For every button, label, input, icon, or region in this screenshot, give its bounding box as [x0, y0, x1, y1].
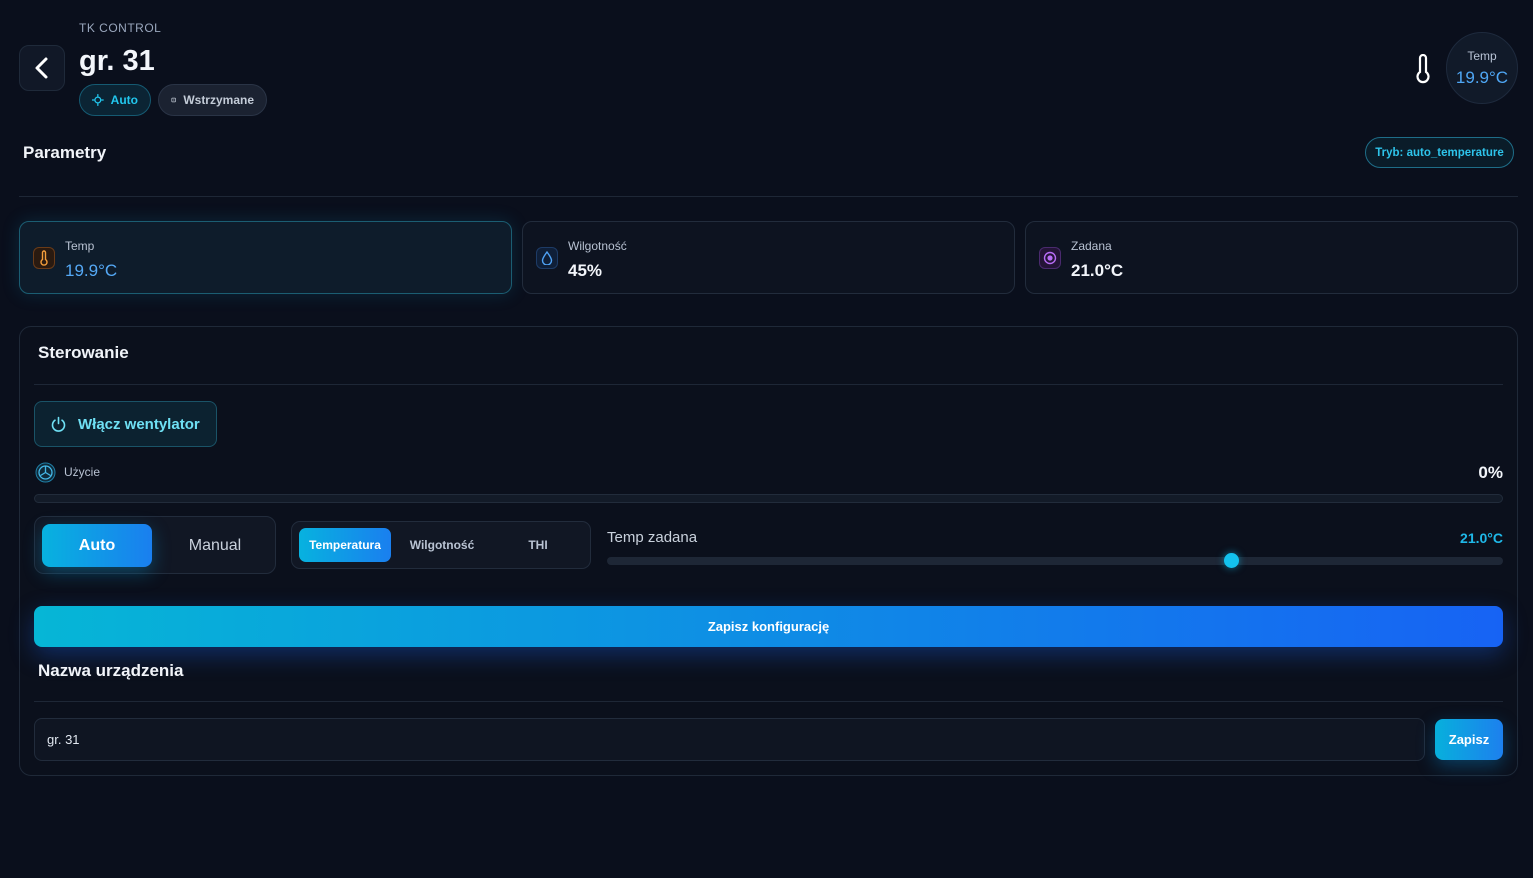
setpoint-slider-label: Temp zadana — [607, 529, 698, 546]
auto-mode-button[interactable]: Auto — [42, 524, 152, 567]
temperature-card-value: 19.9°C — [65, 261, 118, 280]
usage-value: 0% — [1478, 463, 1503, 482]
fan-toggle-label: Włącz wentylator — [78, 415, 200, 433]
manual-mode-button[interactable]: Manual — [160, 524, 270, 567]
humidity-card-label: Wilgotność — [568, 239, 627, 253]
thi-sensor-tab[interactable]: THI — [492, 528, 584, 562]
thermometer-icon — [1416, 54, 1430, 84]
fan-icon — [35, 462, 56, 483]
fan-toggle-button[interactable]: Włącz wentylator — [34, 401, 217, 447]
save-name-button[interactable]: Zapisz — [1435, 719, 1503, 760]
parameters-title: Parametry — [23, 143, 107, 162]
mode-selector: Auto Manual — [34, 516, 276, 574]
usage-progress-bar — [34, 494, 1503, 503]
divider — [19, 196, 1518, 197]
device-name-title: Nazwa urządzenia — [38, 661, 184, 680]
page-title: gr. 31 — [79, 45, 155, 77]
droplet-icon — [536, 247, 558, 269]
auto-chip-label: Auto — [110, 93, 138, 107]
humidity-sensor-tab[interactable]: Wilgotność — [396, 528, 488, 562]
power-icon — [51, 416, 66, 432]
divider — [34, 384, 1503, 385]
paused-status-chip[interactable]: Wstrzymane — [158, 84, 267, 116]
temperature-widget-value: 19.9°C — [1455, 67, 1509, 87]
setpoint-card-label: Zadana — [1071, 239, 1112, 253]
back-button[interactable] — [19, 45, 65, 91]
crosshair-icon — [92, 94, 104, 106]
temperature-sensor-tab[interactable]: Temperatura — [299, 528, 391, 562]
temperature-widget-label: Temp — [1467, 48, 1497, 63]
save-config-button[interactable]: Zapisz konfigurację — [34, 606, 1503, 647]
setpoint-card-value: 21.0°C — [1071, 261, 1124, 280]
control-title: Sterowanie — [38, 343, 129, 362]
sensor-selector: Temperatura Wilgotność THI — [291, 521, 591, 569]
usage-label: Użycie — [64, 465, 101, 479]
setpoint-card[interactable]: Zadana 21.0°C — [1025, 221, 1518, 294]
setpoint-slider[interactable] — [607, 553, 1503, 568]
stop-square-icon — [171, 97, 176, 103]
setpoint-slider-value: 21.0°C — [1460, 530, 1503, 546]
thermometer-icon — [33, 247, 55, 269]
page: TK CONTROL gr. 31 Auto Wstrzymane Temp 1… — [0, 0, 1533, 878]
temperature-widget: Temp 19.9°C — [1446, 32, 1518, 104]
divider — [34, 701, 1503, 702]
target-icon — [1039, 247, 1061, 269]
humidity-card-value: 45% — [568, 261, 603, 280]
device-name-input[interactable] — [34, 718, 1425, 761]
paused-chip-label: Wstrzymane — [183, 93, 254, 107]
mode-badge: Tryb: auto_temperature — [1365, 137, 1514, 168]
setpoint-slider-thumb[interactable] — [1223, 553, 1239, 568]
brand-label: TK CONTROL — [79, 21, 162, 35]
chevron-left-icon — [35, 57, 48, 79]
auto-mode-chip[interactable]: Auto — [79, 84, 151, 116]
temperature-card[interactable]: Temp 19.9°C — [19, 221, 512, 294]
temperature-card-label: Temp — [65, 239, 95, 253]
humidity-card[interactable]: Wilgotność 45% — [522, 221, 1015, 294]
